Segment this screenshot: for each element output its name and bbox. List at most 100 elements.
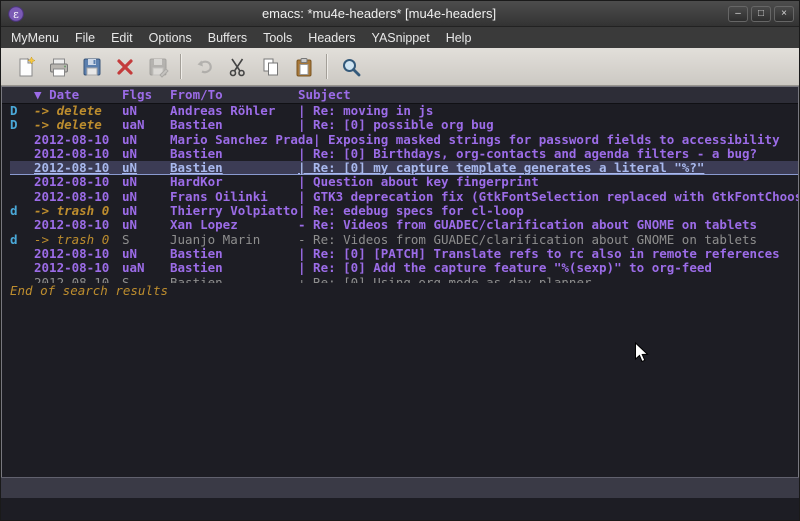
column-date[interactable]: ▼ Date	[34, 87, 122, 103]
message-date: 2012-08-10	[34, 261, 122, 275]
copy-button[interactable]	[254, 52, 287, 82]
mark-column-spacer	[10, 87, 34, 103]
close-button[interactable]: ×	[774, 6, 794, 22]
message-row[interactable]: D -> delete uN Andreas Röhler | Re: movi…	[10, 104, 798, 118]
search-button[interactable]	[334, 52, 367, 82]
message-flags: uaN	[122, 118, 170, 132]
message-flags: uN	[122, 133, 170, 147]
message-row[interactable]: d -> trash 0 uN Thierry Volpiatto | Re: …	[10, 204, 798, 218]
message-subject: | Re: [0] possible org bug	[298, 118, 494, 132]
titlebar[interactable]: ε emacs: *mu4e-headers* [mu4e-headers] –…	[1, 1, 799, 27]
message-from: Mario Sanchez Prada	[170, 133, 313, 147]
save-as-icon	[147, 56, 169, 78]
save-icon	[81, 56, 103, 78]
buffer-area: ▼ Date Flgs From/To Subject D -> delete …	[1, 86, 799, 477]
message-date: -> delete	[34, 118, 122, 132]
mark-flag	[10, 147, 34, 161]
menu-buffers[interactable]: Buffers	[200, 29, 255, 47]
message-from: HardKor	[170, 175, 298, 189]
menu-options[interactable]: Options	[141, 29, 200, 47]
save-button[interactable]	[75, 52, 108, 82]
menu-help[interactable]: Help	[438, 29, 480, 47]
mouse-cursor	[634, 342, 650, 364]
message-row[interactable]: 2012-08-10 uN Xan Lopez - Re: Videos fro…	[10, 218, 798, 232]
message-row[interactable]: 2012-08-10 uN Bastien | Re: [0] Birthday…	[10, 147, 798, 161]
message-from: Frans Oilinki	[170, 190, 298, 204]
message-date: 2012-08-10	[34, 147, 122, 161]
toolbar	[1, 48, 799, 86]
new-file-button[interactable]	[9, 52, 42, 82]
menu-edit[interactable]: Edit	[103, 29, 141, 47]
message-row[interactable]: 2012-08-10 uaN Bastien | Re: [0] Add the…	[10, 261, 798, 275]
message-subject: | Re: [0] Add the capture feature "%(sex…	[298, 261, 712, 275]
mark-flag: d	[10, 204, 34, 218]
message-from: Bastien	[170, 276, 298, 283]
message-subject: - Re: Videos from GUADEC/clarification a…	[298, 233, 757, 247]
menu-mymenu[interactable]: MyMenu	[3, 29, 67, 47]
mark-flag	[10, 190, 34, 204]
minimize-button[interactable]: –	[728, 6, 748, 22]
undo-button[interactable]	[188, 52, 221, 82]
message-row[interactable]: D -> delete uaN Bastien | Re: [0] possib…	[10, 118, 798, 132]
message-flags: S	[122, 233, 170, 247]
menu-yasnippet[interactable]: YASnippet	[364, 29, 438, 47]
message-row[interactable]: 2012-08-10 uN Bastien | Re: [0] [PATCH] …	[10, 247, 798, 261]
message-row[interactable]: 2012-08-10 uN Mario Sanchez Prada | Expo…	[10, 133, 798, 147]
close-buffer-button[interactable]	[108, 52, 141, 82]
message-from: Bastien	[170, 261, 298, 275]
mark-flag	[10, 161, 34, 175]
modeline[interactable]: *mu4e-headers* ( 5, 0) [All/2.0k] [mu4e-…	[1, 477, 799, 498]
message-subject: | Re: moving in js	[298, 104, 433, 118]
message-from: Bastien	[170, 118, 298, 132]
column-from-to[interactable]: From/To	[170, 87, 298, 103]
mark-flag	[10, 261, 34, 275]
mark-flag	[10, 276, 34, 283]
headers-header-line: ▼ Date Flgs From/To Subject	[2, 87, 798, 104]
message-date: 2012-08-10	[34, 133, 122, 147]
cut-button[interactable]	[221, 52, 254, 82]
paste-button[interactable]	[287, 52, 320, 82]
message-flags: uN	[122, 218, 170, 232]
message-row[interactable]: 2012-08-10 uN HardKor | Question about k…	[10, 175, 798, 189]
message-subject: | Re: [0] my capture template generates …	[298, 161, 704, 175]
new-file-icon	[15, 56, 37, 78]
toolbar-separator	[180, 54, 182, 79]
emacs-window: ε emacs: *mu4e-headers* [mu4e-headers] –…	[0, 0, 800, 521]
svg-text:ε: ε	[13, 8, 19, 21]
message-row[interactable]: d -> trash 0 S Juanjo Marin - Re: Videos…	[10, 233, 798, 247]
message-date: -> delete	[34, 104, 122, 118]
message-subject: | GTK3 deprecation fix (GtkFontSelection…	[298, 190, 798, 204]
menu-file[interactable]: File	[67, 29, 103, 47]
echo-area[interactable]	[1, 498, 799, 520]
message-row[interactable]: 2012-08-10 S Bastien + Re: [0] Using org…	[10, 276, 798, 283]
message-flags: uN	[122, 204, 170, 218]
message-flags: uaN	[122, 261, 170, 275]
message-date: -> trash 0	[34, 233, 122, 247]
menu-tools[interactable]: Tools	[255, 29, 300, 47]
column-flags[interactable]: Flgs	[122, 87, 170, 103]
message-from: Bastien	[170, 147, 298, 161]
message-row[interactable]: 2012-08-10 uN Frans Oilinki | GTK3 depre…	[10, 190, 798, 204]
print-button[interactable]	[42, 52, 75, 82]
save-as-button[interactable]	[141, 52, 174, 82]
menu-headers[interactable]: Headers	[300, 29, 363, 47]
message-row[interactable]: 2012-08-10 uN Bastien | Re: [0] my captu…	[10, 161, 798, 175]
message-flags: uN	[122, 104, 170, 118]
column-subject[interactable]: Subject	[298, 87, 351, 103]
message-from: Juanjo Marin	[170, 233, 298, 247]
message-subject: | Re: edebug specs for cl-loop	[298, 204, 524, 218]
mark-flag: D	[10, 118, 34, 132]
menubar: MyMenu File Edit Options Buffers Tools H…	[1, 27, 799, 48]
message-from: Bastien	[170, 247, 298, 261]
message-date: -> trash 0	[34, 204, 122, 218]
message-from: Bastien	[170, 161, 298, 175]
cut-icon	[227, 56, 249, 78]
mark-flag	[10, 133, 34, 147]
message-date: 2012-08-10	[34, 218, 122, 232]
print-icon	[48, 56, 70, 78]
sort-desc-icon: ▼	[34, 87, 42, 102]
mark-flag	[10, 175, 34, 189]
maximize-button[interactable]: □	[751, 6, 771, 22]
close-buffer-icon	[114, 56, 136, 78]
message-date: 2012-08-10	[34, 175, 122, 189]
